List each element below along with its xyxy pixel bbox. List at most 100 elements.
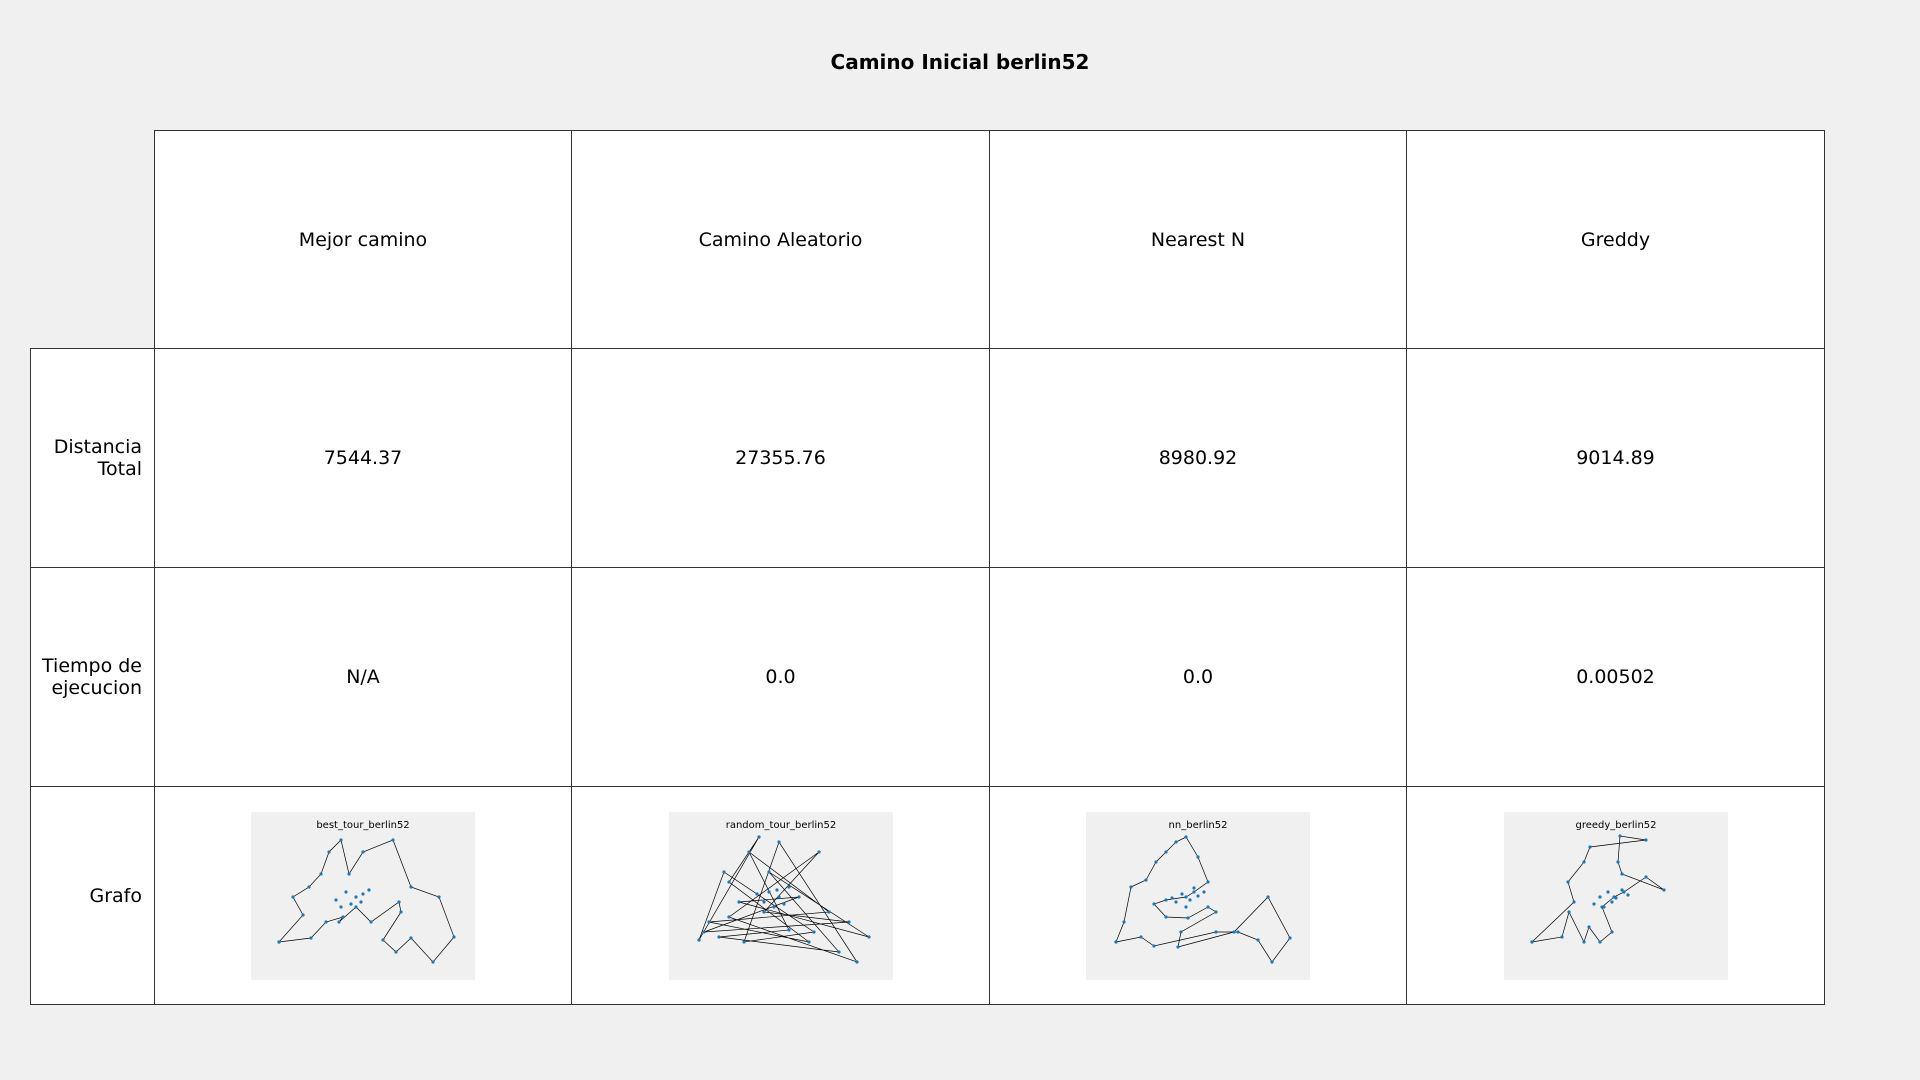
cell-tiempo-greddy: 0.00502 [1406,567,1825,787]
city-node-random [736,899,741,904]
city-node-random [721,869,726,874]
city-node-best [354,904,358,909]
city-node-greedy [1643,874,1648,879]
city-node-random [754,891,759,896]
cell-distancia-mejor-camino: 7544.37 [154,348,572,568]
column-header-label: Mejor camino [298,228,428,251]
city-node-best [339,904,343,909]
tour-path [1115,836,1291,963]
figure-title: Camino Inicial berlin52 [830,50,1090,74]
city-node-nn [1174,839,1178,844]
city-node-best [307,884,311,889]
city-node-best [359,899,363,904]
city-node-random [781,901,786,906]
city-node-greedy [1565,879,1570,884]
city-node-nn [1192,889,1196,894]
city-node-best [399,909,403,914]
city-node-random [854,959,859,964]
tour-thumbnail-nn: nn_berlin52 [1086,811,1310,980]
row-header-line: Grafo [89,884,143,907]
city-node-nn [1192,885,1196,890]
thumbnail-title: greedy_berlin52 [1575,820,1656,831]
city-node-nn [1164,897,1168,902]
city-node-random [761,909,766,914]
city-node-best [381,937,385,942]
tour-thumbnail-best: best_tour_berlin52 [251,811,475,980]
city-node-best [319,871,323,876]
tour-path [278,838,455,963]
row-header-grafo: Grafo [30,786,155,1005]
city-node-random [866,934,871,939]
city-node-best [344,889,348,894]
cell-value: 27355.76 [735,447,826,469]
city-node-random [816,849,821,854]
city-node-nn [1186,915,1190,920]
city-node-best [309,935,313,940]
city-node-best [301,912,305,917]
city-node-random [716,934,721,939]
city-node-random [756,834,761,839]
city-node-random [806,939,811,944]
tour-thumbnail-random: random_tour_berlin52 [668,811,893,980]
row-header-line: Distancia [53,436,142,458]
thumbnail-title: nn_berlin52 [1169,820,1228,831]
city-node-best [277,939,281,944]
city-node-nn [1164,914,1168,919]
city-node-greedy [1615,859,1620,864]
city-node-best [452,934,456,939]
column-header-label: Camino Aleatorio [698,228,863,251]
city-node-nn [1179,929,1183,934]
city-node-greedy [1586,924,1591,929]
city-node-nn [1236,929,1240,934]
city-node-nn [1256,937,1260,942]
city-node-nn [1184,904,1188,909]
city-node-greedy [1609,899,1614,904]
row-header-line: Total [97,458,142,480]
city-node-nn [1196,854,1200,859]
city-node-nn [1214,909,1218,914]
city-node-nn [1139,934,1143,939]
city-node-nn [1129,884,1133,889]
city-node-greedy [1571,899,1576,904]
city-node-best [394,949,398,954]
row-header-line: ejecucion [51,677,142,699]
city-node-best [361,891,365,896]
city-node-random [701,929,706,934]
city-node-random [726,914,731,919]
city-node-greedy [1529,939,1534,944]
city-node-greedy [1619,871,1624,876]
cell-distancia-greddy: 9014.89 [1406,348,1825,568]
cell-tiempo-mejor-camino: N/A [154,567,572,787]
city-node-greedy [1617,833,1622,838]
thumbnail-title: random_tour_berlin52 [725,820,836,831]
city-node-greedy [1591,901,1596,906]
city-node-greedy [1661,887,1666,892]
city-node-nn [1196,893,1200,898]
city-node-best [397,899,401,904]
tour-path [698,836,869,963]
city-node-random [774,887,779,892]
tour-thumbnail-greedy: greedy_berlin52 [1503,811,1728,980]
city-node-random [696,937,701,942]
cell-grafo-nearest-n: nn_berlin52 [989,786,1407,1005]
city-node-best [361,849,365,854]
city-node-random [796,894,801,899]
city-node-random [776,894,781,899]
cell-tiempo-camino-aleatorio: 0.0 [571,567,990,787]
city-node-greedy [1587,844,1592,849]
column-header-label: Nearest N [1150,228,1246,251]
city-node-nn [1266,894,1270,899]
city-node-nn [1232,929,1236,934]
city-node-nn [1122,919,1126,924]
city-node-greedy [1597,939,1602,944]
city-node-nn [1214,929,1218,934]
cell-value: N/A [346,666,380,688]
tour-path [1531,835,1664,943]
city-node-nn [1206,904,1210,909]
city-node-best [369,919,373,924]
city-node-nn [1152,901,1156,906]
city-node-random [846,919,851,924]
city-node-best [339,837,343,842]
cell-grafo-camino-aleatorio: random_tour_berlin52 [571,786,990,1005]
city-node-nn [1170,895,1174,900]
